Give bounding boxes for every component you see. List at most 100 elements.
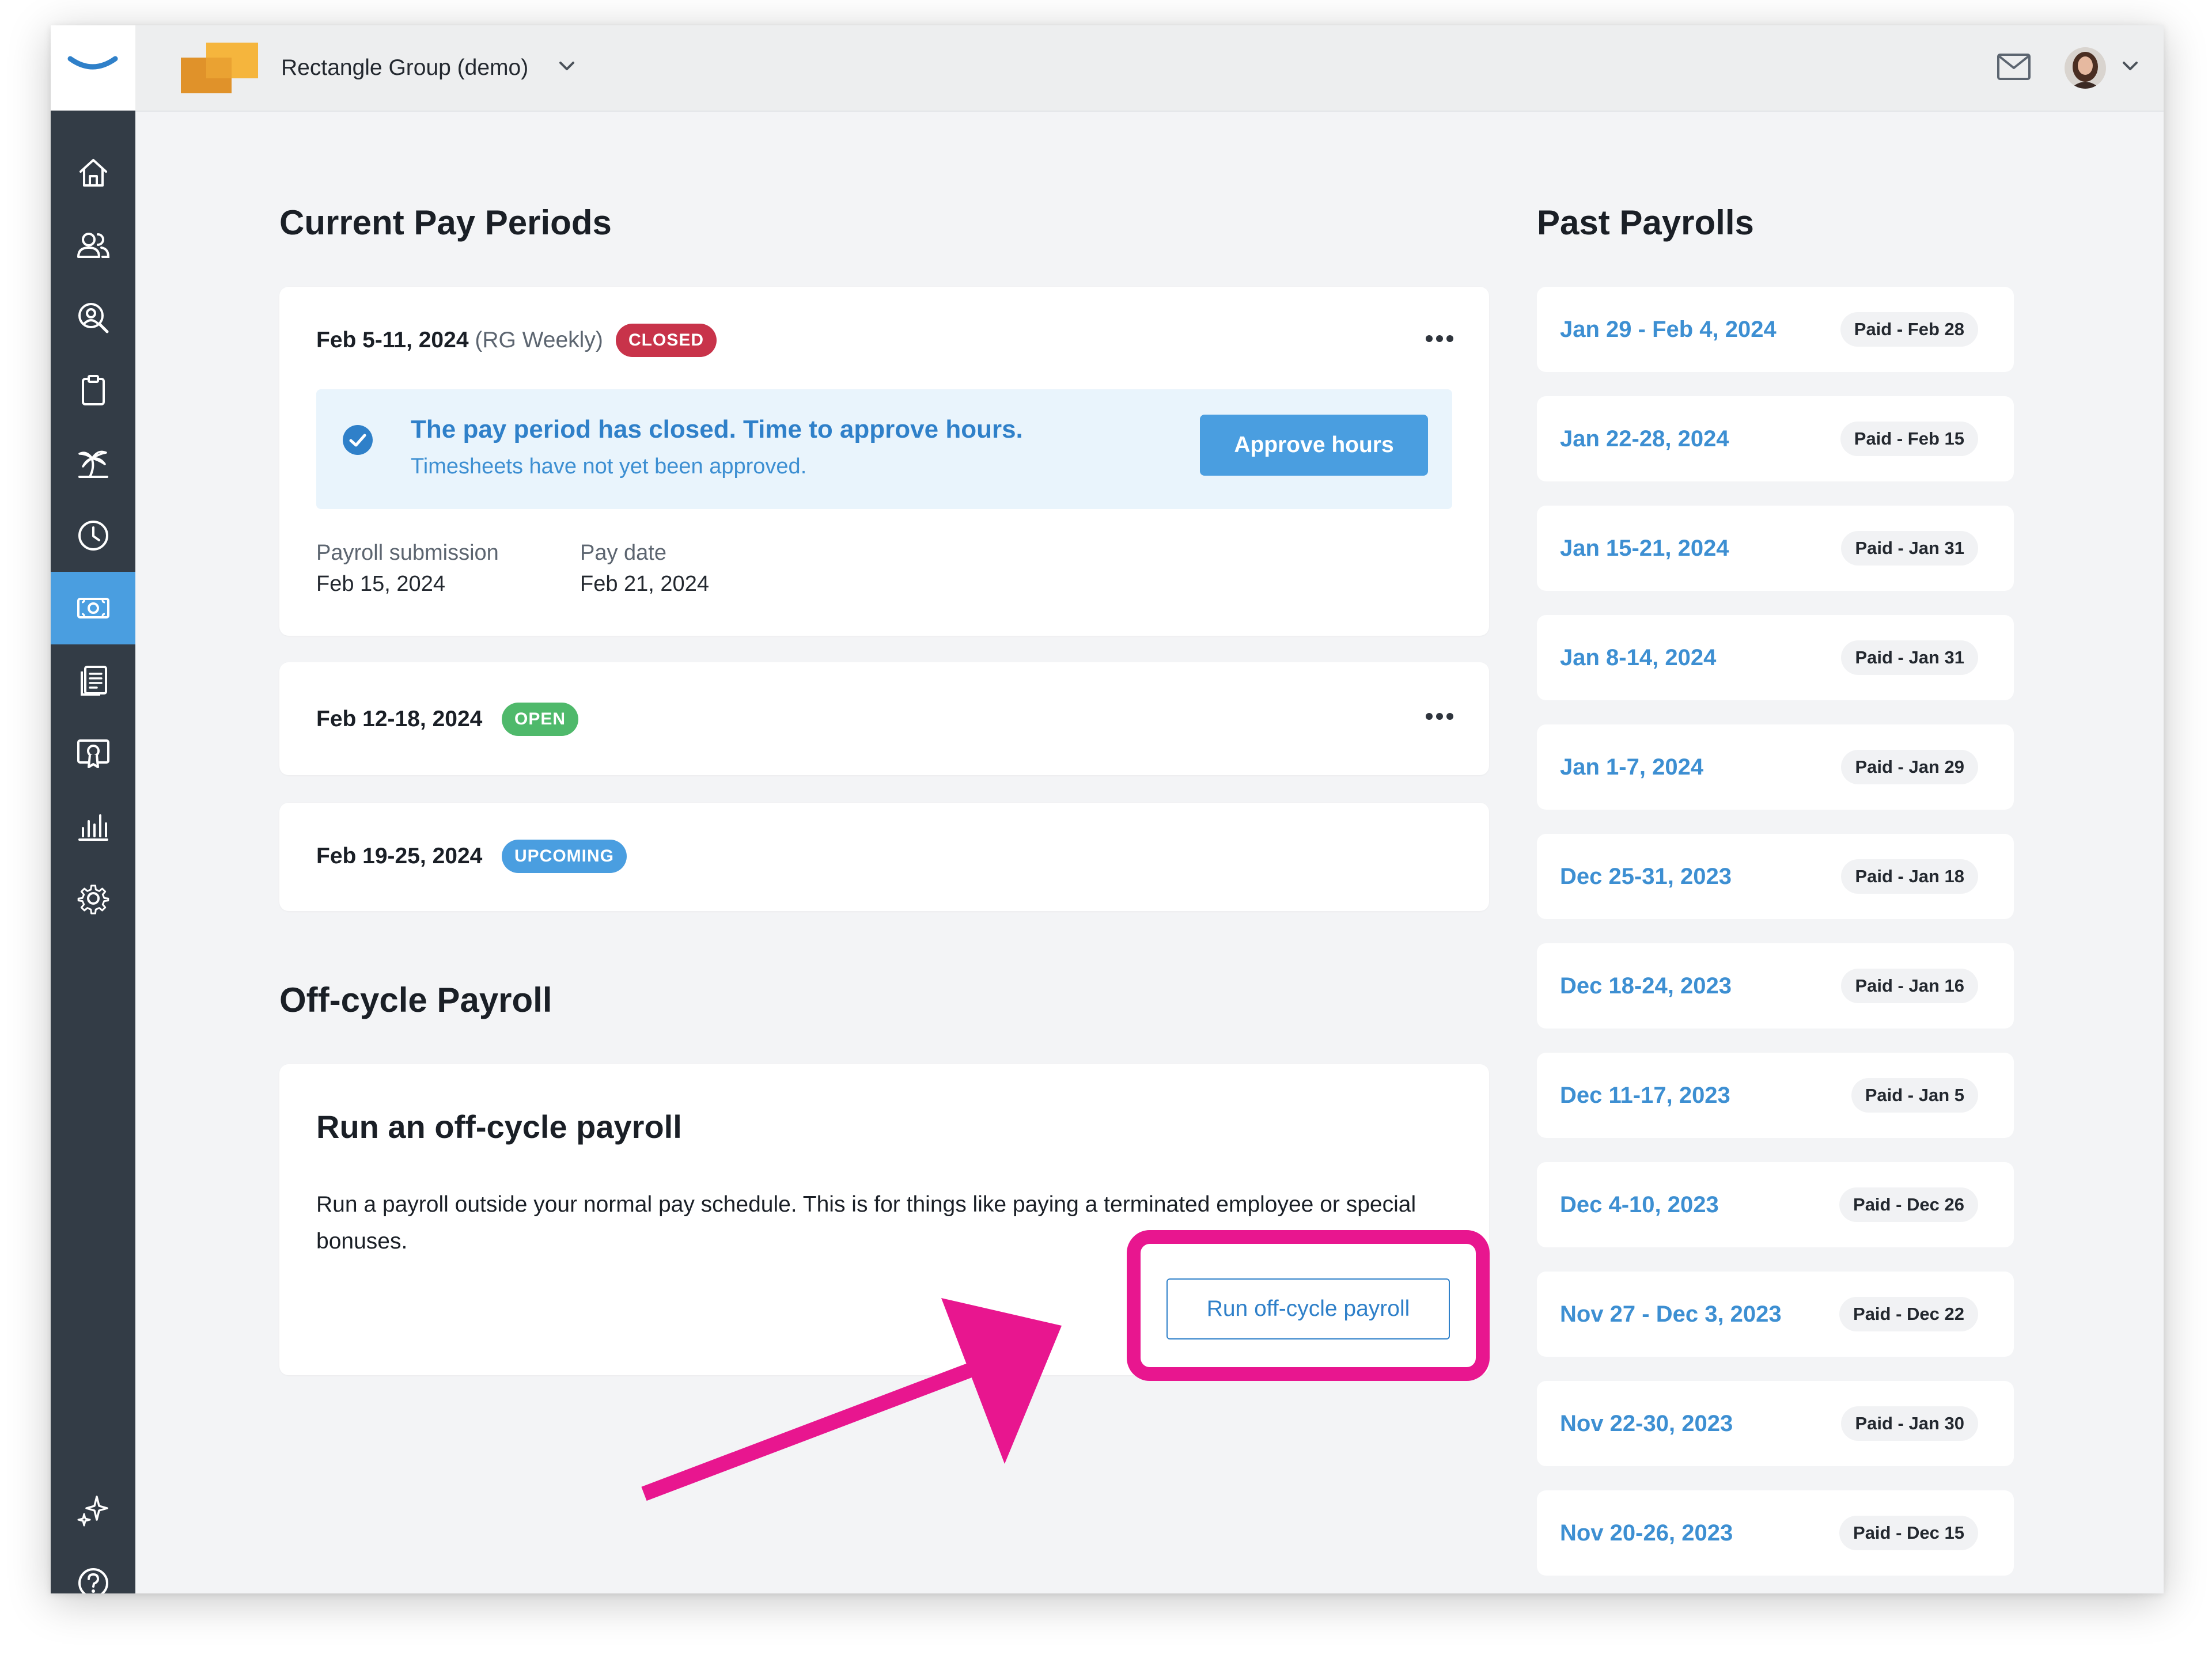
offcycle-card-title: Run an off-cycle payroll <box>316 1109 682 1145</box>
documents-icon <box>80 666 107 696</box>
sidebar-item-time-off[interactable] <box>51 427 135 499</box>
paid-badge: Paid - Jan 18 <box>1841 859 1978 894</box>
past-payroll-range: Dec 4-10, 2023 <box>1560 1192 1719 1217</box>
sidebar-item-settings[interactable] <box>51 862 135 935</box>
sidebar-item-home[interactable] <box>51 136 135 209</box>
past-payroll-item[interactable]: Jan 1-7, 2024 Paid - Jan 29 <box>1537 724 2014 810</box>
notice-subtitle: Timesheets have not yet been approved. <box>411 454 807 479</box>
paid-badge: Paid - Jan 16 <box>1841 969 1978 1003</box>
org-logo-icon <box>181 43 258 93</box>
past-payroll-item[interactable]: Jan 22-28, 2024 Paid - Feb 15 <box>1537 396 2014 481</box>
palm-tree-icon <box>78 450 108 478</box>
clock-icon <box>78 521 108 551</box>
payroll-submission-date: Feb 15, 2024 <box>316 572 445 596</box>
sidebar-item-tasks[interactable] <box>51 354 135 427</box>
past-payroll-range: Dec 25-31, 2023 <box>1560 864 1732 889</box>
paid-badge: Paid - Jan 31 <box>1841 640 1978 675</box>
sidebar-item-help[interactable] <box>51 1547 135 1593</box>
smile-logo-icon <box>67 56 118 70</box>
chevron-down-icon[interactable] <box>2121 60 2139 73</box>
offcycle-section-title: Off-cycle Payroll <box>279 981 552 1019</box>
mail-icon[interactable] <box>1997 53 2031 81</box>
clipboard-icon <box>81 375 105 405</box>
paid-badge: Paid - Jan 29 <box>1841 750 1978 784</box>
chevron-down-icon[interactable] <box>558 60 576 73</box>
pay-period-card-closed: Feb 5-11, 2024 (RG Weekly) CLOSED The pa… <box>279 287 1489 636</box>
paid-badge: Paid - Dec 22 <box>1839 1297 1978 1331</box>
past-payroll-item[interactable]: Jan 8-14, 2024 Paid - Jan 31 <box>1537 615 2014 700</box>
paid-badge: Paid - Jan 30 <box>1841 1406 1978 1441</box>
past-payroll-range: Nov 22-30, 2023 <box>1560 1411 1733 1436</box>
past-payroll-item[interactable]: Nov 27 - Dec 3, 2023 Paid - Dec 22 <box>1537 1272 2014 1357</box>
sidebar-item-documents[interactable] <box>51 644 135 717</box>
sparkle-icon <box>77 1496 108 1527</box>
person-search-icon <box>78 303 108 333</box>
notice-title: The pay period has closed. Time to appro… <box>411 415 1023 443</box>
sidebar-item-time[interactable] <box>51 499 135 572</box>
sidebar-item-payroll[interactable] <box>51 572 135 644</box>
paid-badge: Paid - Dec 15 <box>1839 1516 1978 1550</box>
bar-chart-icon <box>78 814 108 841</box>
pay-date-label: Pay date <box>580 541 666 565</box>
past-payroll-range: Jan 8-14, 2024 <box>1560 645 1717 670</box>
past-payroll-range: Nov 27 - Dec 3, 2023 <box>1560 1301 1782 1327</box>
past-payroll-item[interactable]: Nov 22-30, 2023 Paid - Jan 30 <box>1537 1381 2014 1466</box>
org-name[interactable]: Rectangle Group (demo) <box>281 55 528 81</box>
past-payroll-range: Jan 15-21, 2024 <box>1560 536 1729 561</box>
pay-period-range: Feb 5-11, 2024 (RG Weekly) <box>316 327 603 354</box>
avatar-photo-icon <box>2065 47 2106 89</box>
more-options-icon[interactable] <box>1423 711 1456 722</box>
payroll-money-icon <box>77 598 109 618</box>
sidebar-item-reports[interactable] <box>51 790 135 862</box>
past-payroll-range: Dec 18-24, 2023 <box>1560 973 1732 999</box>
highlight-annotation <box>1127 1230 1490 1381</box>
arrow-annotation-icon <box>641 1298 1062 1501</box>
brand-logo[interactable] <box>51 25 135 111</box>
past-payroll-item[interactable]: Dec 11-17, 2023 Paid - Jan 5 <box>1537 1053 2014 1138</box>
sidebar <box>51 111 135 1593</box>
check-circle-icon <box>343 425 373 455</box>
pay-period-card-open[interactable]: Feb 12-18, 2024 OPEN <box>279 662 1489 775</box>
past-payrolls-title: Past Payrolls <box>1537 203 1754 242</box>
past-payroll-item[interactable]: Dec 18-24, 2023 Paid - Jan 16 <box>1537 943 2014 1029</box>
paid-badge: Paid - Jan 31 <box>1841 531 1978 566</box>
paid-badge: Paid - Dec 26 <box>1839 1187 1978 1222</box>
pay-period-range-text: Feb 19-25, 2024 <box>316 844 483 868</box>
approve-hours-button[interactable]: Approve hours <box>1200 415 1428 476</box>
more-options-icon[interactable] <box>1423 333 1456 344</box>
past-payroll-range: Jan 22-28, 2024 <box>1560 426 1729 451</box>
pay-period-range-text: Feb 12-18, 2024 <box>316 707 483 731</box>
home-icon <box>79 159 107 187</box>
sidebar-item-people[interactable] <box>51 209 135 282</box>
current-pay-periods-title: Current Pay Periods <box>279 203 612 242</box>
certificate-icon <box>77 739 109 768</box>
app-window: Rectangle Group (demo) Current Pay Perio… <box>51 25 2164 1593</box>
past-payroll-item[interactable]: Nov 20-26, 2023 Paid - Dec 15 <box>1537 1490 2014 1576</box>
approve-hours-notice: The pay period has closed. Time to appro… <box>316 389 1452 509</box>
people-icon <box>77 233 109 258</box>
pay-date-value: Feb 21, 2024 <box>580 572 709 596</box>
settings-gear-icon <box>77 885 109 914</box>
past-payroll-range: Nov 20-26, 2023 <box>1560 1520 1733 1546</box>
top-bar: Rectangle Group (demo) <box>51 25 2164 112</box>
pay-period-card-upcoming[interactable]: Feb 19-25, 2024 UPCOMING <box>279 803 1489 911</box>
past-payroll-item[interactable]: Jan 29 - Feb 4, 2024 Paid - Feb 28 <box>1537 287 2014 372</box>
past-payroll-range: Jan 29 - Feb 4, 2024 <box>1560 317 1777 342</box>
pay-period-range-text: Feb 5-11, 2024 <box>316 328 469 352</box>
paid-badge: Paid - Jan 5 <box>1851 1078 1978 1113</box>
paid-badge: Paid - Feb 28 <box>1840 312 1978 347</box>
status-badge-open: OPEN <box>502 703 579 736</box>
past-payroll-item[interactable]: Dec 25-31, 2023 Paid - Jan 18 <box>1537 834 2014 919</box>
status-badge-upcoming: UPCOMING <box>502 840 627 873</box>
paid-badge: Paid - Feb 15 <box>1840 422 1978 456</box>
status-badge-closed: CLOSED <box>616 324 717 357</box>
past-payroll-item[interactable]: Jan 15-21, 2024 Paid - Jan 31 <box>1537 506 2014 591</box>
sidebar-item-training[interactable] <box>51 717 135 790</box>
user-avatar[interactable] <box>2065 47 2106 89</box>
past-payroll-range: Dec 11-17, 2023 <box>1560 1083 1730 1108</box>
pay-schedule-name: (RG Weekly) <box>475 328 603 352</box>
sidebar-item-hiring[interactable] <box>51 282 135 354</box>
past-payroll-item[interactable]: Dec 4-10, 2023 Paid - Dec 26 <box>1537 1162 2014 1247</box>
payroll-submission-label: Payroll submission <box>316 541 499 565</box>
sidebar-item-ai-assist[interactable] <box>51 1474 135 1547</box>
